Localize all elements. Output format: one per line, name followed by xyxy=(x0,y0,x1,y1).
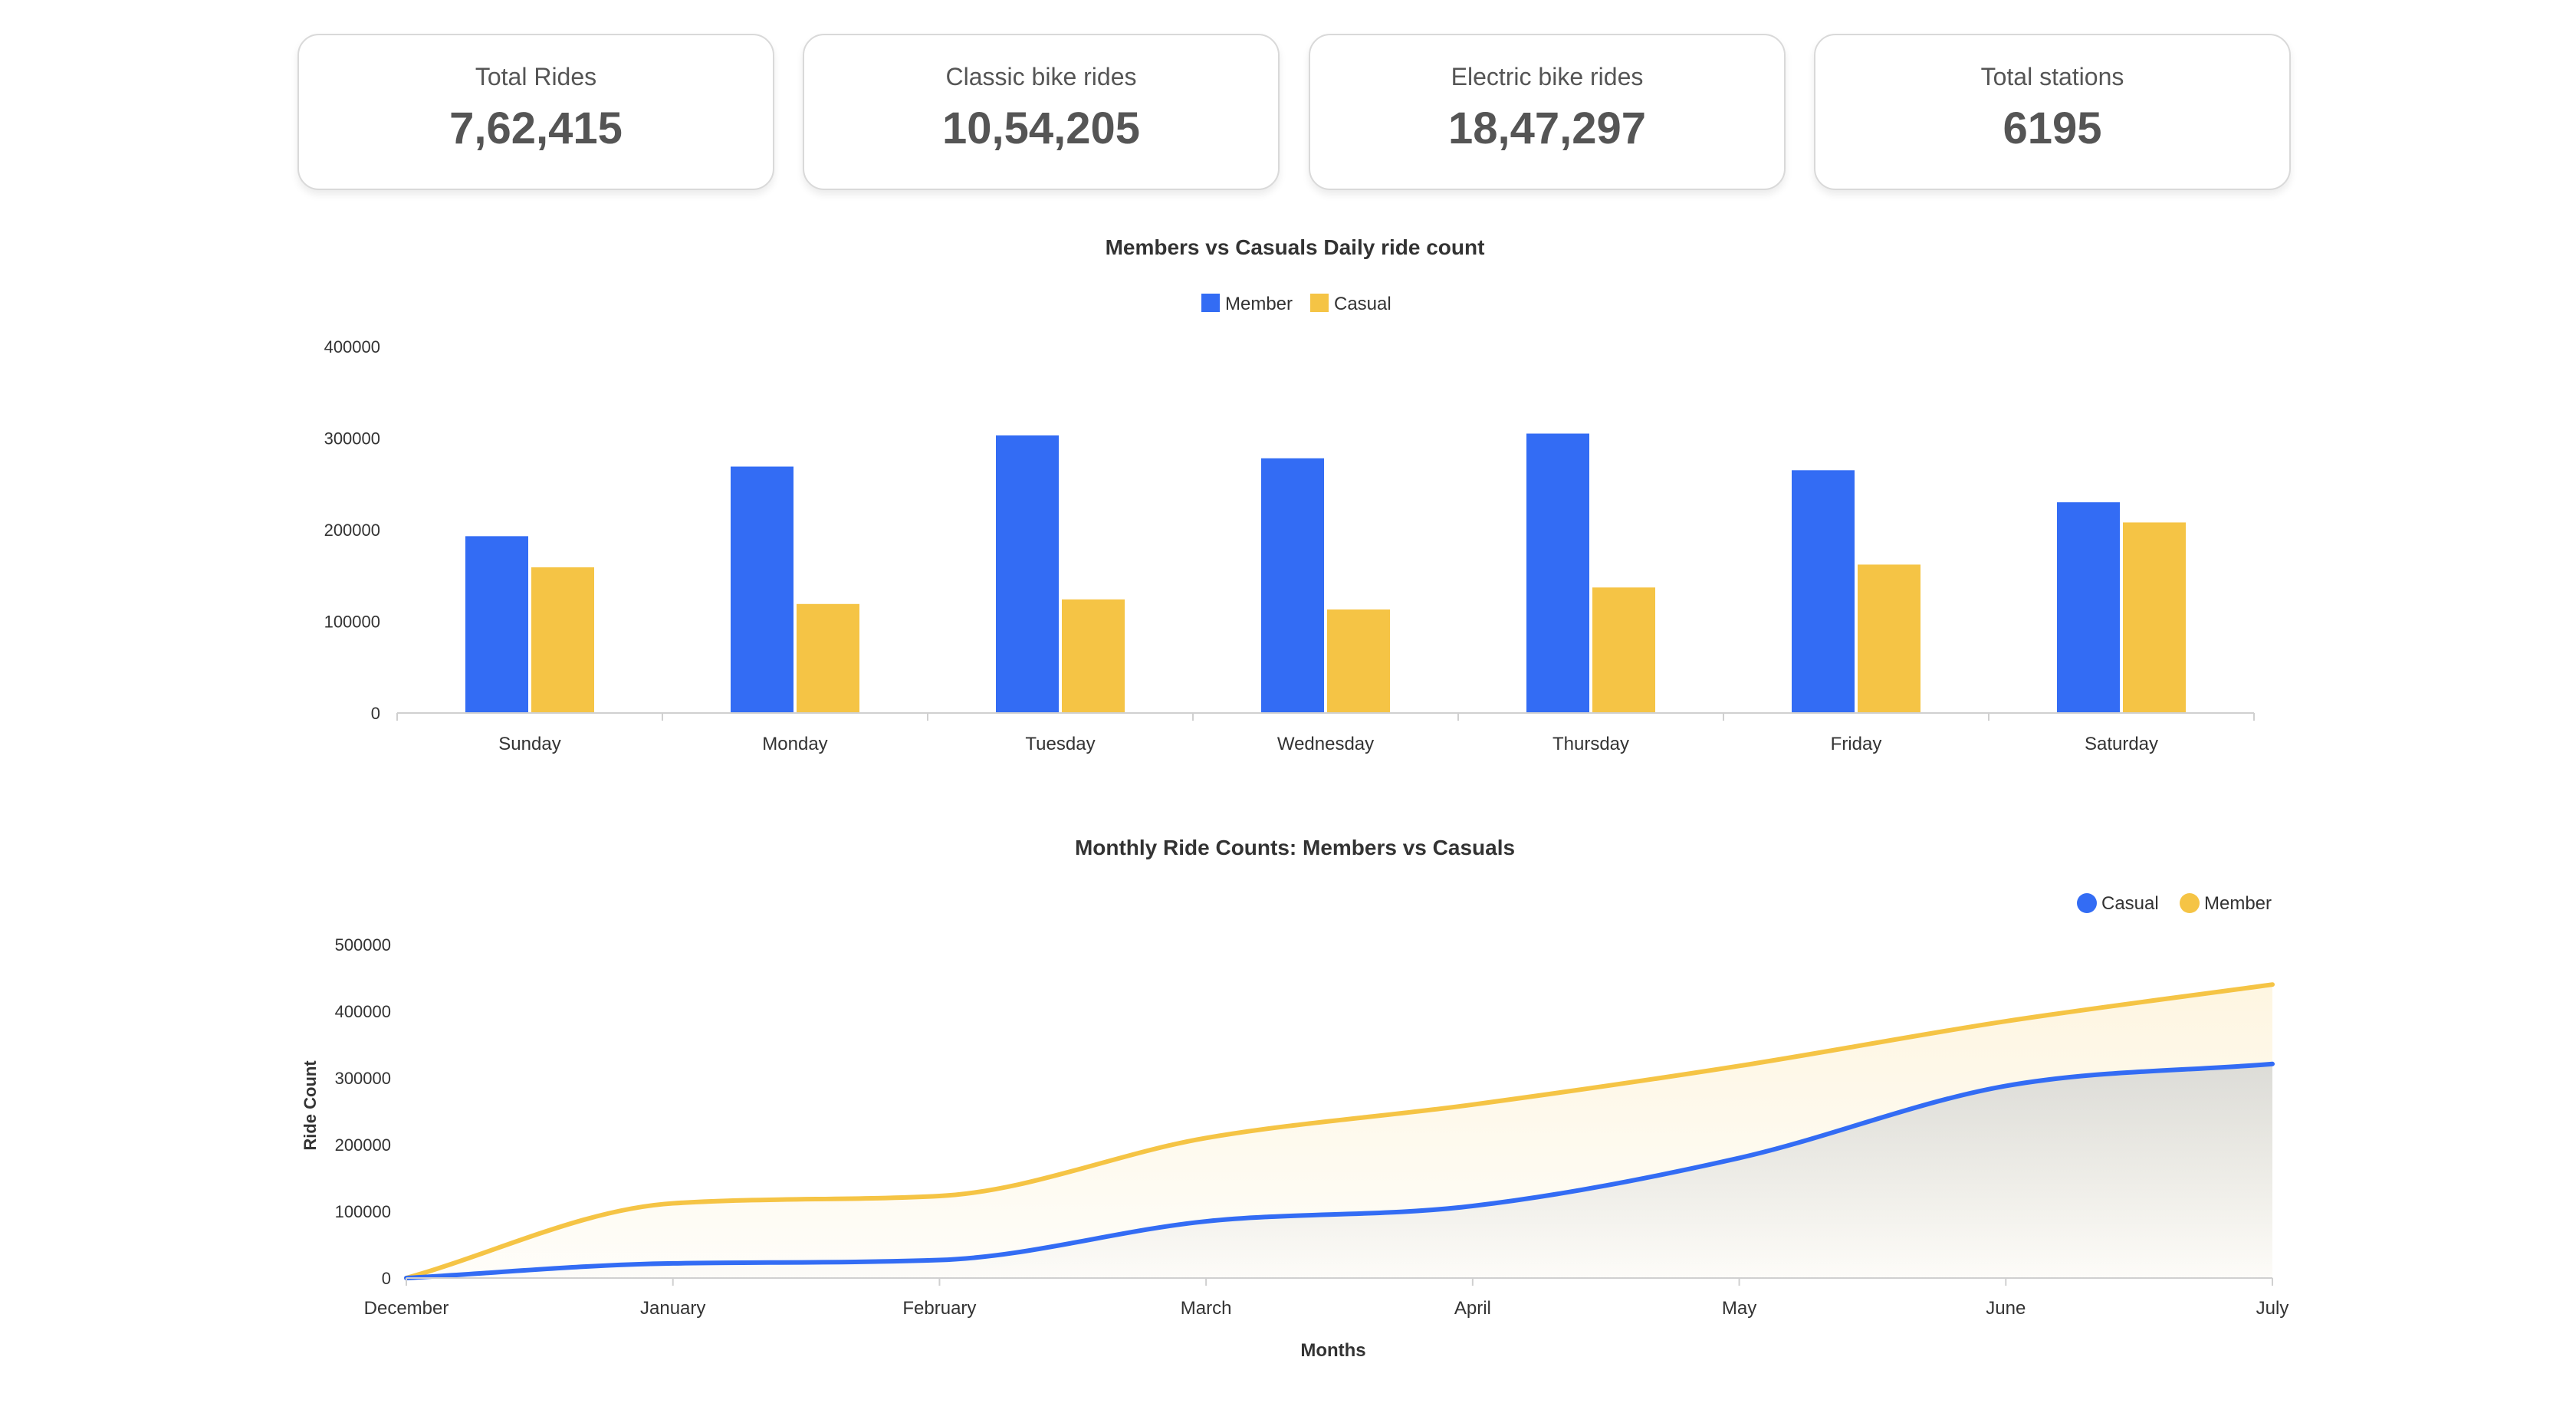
area-legend: Casual Member xyxy=(2077,893,2272,914)
bar-member-sunday[interactable] xyxy=(465,536,528,713)
y-tick-label: 500000 xyxy=(335,935,391,955)
bar-member-friday[interactable] xyxy=(1792,470,1855,713)
y-tick-label: 400000 xyxy=(335,1002,391,1021)
bar-casual-monday[interactable] xyxy=(797,603,859,713)
area-x-axis: December January February March April Ma… xyxy=(364,1298,2289,1319)
x-tick-label: Sunday xyxy=(498,734,560,754)
bar-casual-saturday[interactable] xyxy=(2123,522,2186,713)
y-tick-label: 0 xyxy=(371,704,380,723)
bar-member-monday[interactable] xyxy=(731,466,794,713)
area-x-axis-title: Months xyxy=(1300,1340,1365,1361)
bar-casual-thursday[interactable] xyxy=(1592,587,1655,713)
y-tick-label: 400000 xyxy=(324,337,380,356)
legend-label-casual[interactable]: Casual xyxy=(2101,893,2159,914)
x-tick-label: July xyxy=(2256,1298,2289,1319)
x-tick-label: Tuesday xyxy=(1025,734,1095,754)
bar-casual-sunday[interactable] xyxy=(531,567,594,713)
x-tick-label: Friday xyxy=(1831,734,1882,754)
y-tick-label: 200000 xyxy=(324,521,380,540)
bar-member-saturday[interactable] xyxy=(2057,502,2120,713)
bar-x-axis: Sunday Monday Tuesday Wednesday Thursday… xyxy=(498,734,2158,754)
legend-swatch-casual xyxy=(2077,893,2097,913)
area-y-axis-title: Ride Count xyxy=(301,1060,320,1151)
legend-swatch-member xyxy=(1201,294,1220,312)
area-x-tick-marks xyxy=(406,1278,2273,1286)
daily-ride-bar-chart: Members vs Casuals Daily ride count Memb… xyxy=(324,235,2255,754)
x-tick-label: Monday xyxy=(762,734,827,754)
x-tick-label: Thursday xyxy=(1552,734,1629,754)
y-tick-label: 100000 xyxy=(324,613,380,632)
x-tick-label: April xyxy=(1454,1298,1491,1319)
legend-swatch-member xyxy=(2180,893,2200,913)
bar-marks xyxy=(396,433,2255,721)
x-tick-label: March xyxy=(1181,1298,1232,1319)
area-marks xyxy=(404,982,2275,1280)
x-tick-label: May xyxy=(1722,1298,1756,1319)
x-tick-label: February xyxy=(902,1298,976,1319)
legend-label-casual[interactable]: Casual xyxy=(1334,294,1392,314)
area-y-axis: 0 100000 200000 300000 400000 500000 xyxy=(335,935,391,1288)
area-chart-title: Monthly Ride Counts: Members vs Casuals xyxy=(1075,836,1515,859)
monthly-ride-area-chart: Monthly Ride Counts: Members vs Casuals … xyxy=(301,836,2288,1361)
x-tick-label: Saturday xyxy=(2085,734,2158,754)
x-tick-label: Wednesday xyxy=(1277,734,1374,754)
y-tick-label: 200000 xyxy=(335,1135,391,1155)
legend-label-member[interactable]: Member xyxy=(1225,294,1293,314)
y-tick-label: 300000 xyxy=(335,1069,391,1088)
x-tick-label: January xyxy=(640,1298,705,1319)
bar-y-axis: 0 100000 200000 300000 400000 xyxy=(324,337,380,723)
x-tick-label: December xyxy=(364,1298,449,1319)
bar-member-wednesday[interactable] xyxy=(1261,458,1324,713)
y-tick-label: 100000 xyxy=(335,1202,391,1221)
bar-casual-wednesday[interactable] xyxy=(1327,609,1390,713)
bar-chart-title: Members vs Casuals Daily ride count xyxy=(1106,235,1485,259)
y-tick-label: 300000 xyxy=(324,429,380,449)
bar-legend: Member Casual xyxy=(1201,294,1392,314)
bar-casual-tuesday[interactable] xyxy=(1062,599,1125,713)
charts-canvas: Members vs Casuals Daily ride count Memb… xyxy=(301,235,2288,1361)
bar-member-thursday[interactable] xyxy=(1526,433,1589,713)
x-tick-label: June xyxy=(1986,1298,2026,1319)
bar-casual-friday[interactable] xyxy=(1858,564,1921,713)
bar-member-tuesday[interactable] xyxy=(996,435,1059,713)
legend-swatch-casual xyxy=(1310,294,1329,312)
legend-label-member[interactable]: Member xyxy=(2204,893,2272,914)
y-tick-label: 0 xyxy=(382,1269,391,1288)
